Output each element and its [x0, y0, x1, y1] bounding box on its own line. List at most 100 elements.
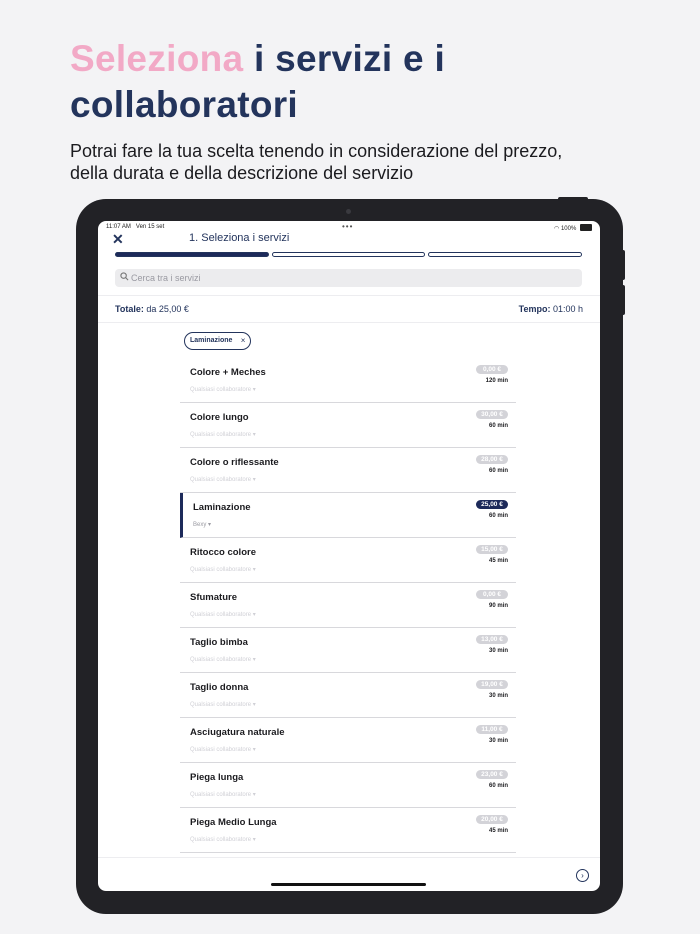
price-badge: 15,00 €: [476, 545, 508, 554]
price-badge: 20,00 €: [476, 815, 508, 824]
search-placeholder: Cerca tra i servizi: [131, 273, 201, 283]
caret-down-icon: ▾: [252, 837, 256, 843]
staff-selector[interactable]: Qualsiasi collaboratore ▾: [190, 611, 256, 618]
next-arrow-icon[interactable]: ›: [576, 869, 589, 882]
price-badge: 19,00 €: [476, 680, 508, 689]
duration-label: 60 min: [488, 423, 508, 429]
service-row[interactable]: Colore + Meches Qualsiasi collaboratore ▾…: [180, 358, 516, 403]
duration-label: 120 min: [485, 378, 508, 384]
progress-step-3: [428, 252, 583, 257]
service-row[interactable]: Sfumature Qualsiasi collaboratore ▾ 0,00 €…: [180, 583, 516, 628]
wifi-icon: ◠: [554, 226, 560, 232]
duration-label: 90 min: [488, 603, 508, 609]
caret-down-icon: ▾: [252, 477, 256, 483]
service-name: Piega lunga: [190, 772, 244, 783]
device-camera: [346, 209, 351, 214]
staff-selector[interactable]: Qualsiasi collaboratore ▾: [190, 431, 256, 438]
duration-label: 60 min: [488, 513, 508, 519]
price-badge: 25,00 €: [476, 500, 508, 509]
selected-service-chip[interactable]: Laminazione ×: [184, 332, 252, 350]
progress-step-2: [271, 252, 426, 257]
service-name: Taglio donna: [190, 682, 249, 693]
service-row[interactable]: Taglio donna Qualsiasi collaboratore ▾ 19,…: [180, 673, 516, 718]
chip-remove-icon[interactable]: ×: [241, 333, 246, 349]
service-name: Laminazione: [193, 502, 251, 513]
caret-down-icon: ▾: [252, 432, 256, 438]
service-name: Asciugatura naturale: [190, 727, 285, 738]
service-name: Colore + Meches: [190, 367, 266, 378]
home-indicator: [271, 883, 426, 886]
totals-bar: Totale: da 25,00 € Tempo: 01:00 h: [98, 295, 600, 323]
caret-down-icon: ▾: [252, 747, 256, 753]
service-list: Colore + Meches Qualsiasi collaboratore ▾…: [180, 358, 516, 853]
service-row[interactable]: Piega lunga Qualsiasi collaboratore ▾ 23,0…: [180, 763, 516, 808]
staff-selector[interactable]: Qualsiasi collaboratore ▾: [190, 701, 256, 708]
promo-subtitle: Potrai fare la tua scelta tenendo in con…: [70, 140, 650, 184]
promo-title-accent: Seleziona: [70, 38, 244, 79]
status-bar: 11:07 AM Ven 15 set ••• ◠ 100%: [98, 221, 600, 235]
price-badge: 28,00 €: [476, 455, 508, 464]
caret-down-icon: ▾: [252, 387, 256, 393]
service-row[interactable]: Asciugatura naturale Qualsiasi collaborat…: [180, 718, 516, 763]
service-row[interactable]: Piega Medio Lunga Qualsiasi collaboratore…: [180, 808, 516, 853]
promo-subtitle-line2: della durata e della descrizione del ser…: [70, 163, 414, 183]
staff-selector[interactable]: Qualsiasi collaboratore ▾: [190, 476, 256, 483]
service-row[interactable]: Colore o riflessante Qualsiasi collaborat…: [180, 448, 516, 493]
service-name: Sfumature: [190, 592, 237, 603]
price-badge: 13,00 €: [476, 635, 508, 644]
promo-title-rest: i servizi e i: [253, 38, 446, 79]
caret-down-icon: ▾: [252, 702, 256, 708]
service-name: Piega Medio Lunga: [190, 817, 277, 828]
price-badge: 0,00 €: [476, 365, 508, 374]
service-row[interactable]: Ritocco colore Qualsiasi collaboratore ▾ 1…: [180, 538, 516, 583]
promo-subtitle-line1: Potrai fare la tua scelta tenendo in con…: [70, 141, 563, 161]
staff-selector[interactable]: Bexy ▾: [193, 521, 211, 528]
service-name: Ritocco colore: [190, 547, 256, 558]
status-time: 11:07 AM Ven 15 set: [106, 224, 165, 230]
battery-icon: [580, 224, 592, 231]
battery-percent: 100%: [560, 226, 577, 232]
device-top-button: [558, 197, 588, 201]
multitask-dots-icon[interactable]: •••: [342, 222, 353, 231]
caret-down-icon: ▾: [252, 657, 256, 663]
close-icon[interactable]: ✕: [112, 231, 124, 248]
service-row[interactable]: Colore lungo Qualsiasi collaboratore ▾ 30,…: [180, 403, 516, 448]
price-badge: 0,00 €: [476, 590, 508, 599]
footer-divider: [98, 857, 600, 858]
staff-selector[interactable]: Qualsiasi collaboratore ▾: [190, 836, 256, 843]
caret-down-icon: ▾: [208, 522, 212, 528]
service-name: Colore lungo: [190, 412, 249, 423]
service-name: Colore o riflessante: [190, 457, 279, 468]
status-right: ◠ 100%: [554, 224, 592, 232]
duration-label: 30 min: [488, 648, 508, 654]
app-screen: 11:07 AM Ven 15 set ••• ◠ 100% ✕ 1. Sele…: [98, 221, 600, 891]
duration-label: 45 min: [488, 828, 508, 834]
service-row[interactable]: Laminazione Bexy ▾ 25,00 € 60 min: [180, 493, 516, 538]
progress-step-1: [115, 252, 269, 257]
total-price: Totale: da 25,00 €: [115, 304, 189, 314]
service-row[interactable]: Taglio bimba Qualsiasi collaboratore ▾ 13,…: [180, 628, 516, 673]
step-progress: [115, 252, 583, 258]
duration-label: 60 min: [488, 468, 508, 474]
chip-label: Laminazione: [190, 337, 233, 344]
staff-selector[interactable]: Qualsiasi collaboratore ▾: [190, 791, 256, 798]
search-icon: [120, 272, 129, 283]
caret-down-icon: ▾: [252, 612, 256, 618]
duration-label: 30 min: [488, 738, 508, 744]
device-volume-up: [621, 250, 625, 280]
caret-down-icon: ▾: [252, 567, 256, 573]
service-name: Taglio bimba: [190, 637, 248, 648]
price-badge: 11,00 €: [476, 725, 508, 734]
duration-label: 60 min: [488, 783, 508, 789]
step-title: 1. Seleziona i servizi: [189, 232, 290, 244]
search-input[interactable]: Cerca tra i servizi: [115, 269, 582, 287]
promo-title-line2: collaboratori: [70, 84, 298, 125]
staff-selector[interactable]: Qualsiasi collaboratore ▾: [190, 656, 256, 663]
duration-label: 45 min: [488, 558, 508, 564]
price-badge: 30,00 €: [476, 410, 508, 419]
staff-selector[interactable]: Qualsiasi collaboratore ▾: [190, 566, 256, 573]
staff-selector[interactable]: Qualsiasi collaboratore ▾: [190, 386, 256, 393]
price-badge: 23,00 €: [476, 770, 508, 779]
total-time: Tempo: 01:00 h: [518, 304, 583, 314]
staff-selector[interactable]: Qualsiasi collaboratore ▾: [190, 746, 256, 753]
